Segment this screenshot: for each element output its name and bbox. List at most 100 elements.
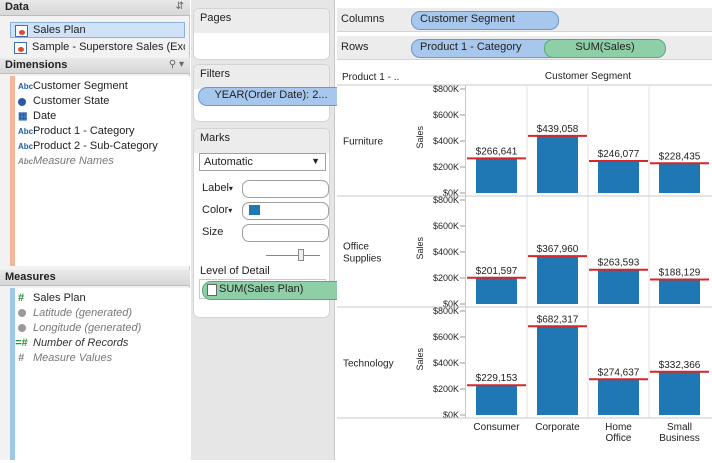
- rows-shelf[interactable]: Rows Product 1 - Category SUM(Sales): [337, 36, 712, 60]
- row-label: Technology: [343, 359, 394, 370]
- size-text: Size: [202, 226, 224, 238]
- columns-shelf[interactable]: Columns Customer Segment: [337, 8, 712, 32]
- field-label: Product 2 - Sub-Category: [33, 140, 158, 152]
- filter-pill[interactable]: YEAR(Order Date): 2...: [198, 87, 344, 106]
- x-tick-label: Corporate: [535, 422, 580, 433]
- data-label: $367,960: [537, 244, 579, 255]
- x-tick-label: Consumer: [473, 422, 520, 433]
- datasource-sales-plan[interactable]: Sales Plan: [10, 22, 185, 38]
- bar: [476, 158, 517, 193]
- dimension-customer-segment[interactable]: Abc Customer Segment ⚭: [15, 79, 211, 94]
- field-label: Latitude (generated): [33, 307, 133, 319]
- measures-title: Measures: [5, 271, 56, 283]
- label-text: Label: [202, 182, 229, 194]
- size-slider-track: [266, 255, 320, 256]
- dimension-measure-names[interactable]: Abc Measure Names: [15, 154, 211, 169]
- mark-type-dropdown[interactable]: Automatic ▼: [199, 153, 326, 171]
- filters-shelf[interactable]: Filters YEAR(Order Date): 2...: [193, 64, 344, 122]
- x-tick-label: Office: [606, 433, 632, 444]
- dimension-customer-state[interactable]: Customer State: [15, 94, 211, 109]
- data-label: $188,129: [659, 268, 701, 279]
- dimensions-header: Dimensions ⚲ ▾: [0, 58, 190, 74]
- y-tick-label: $600K: [433, 332, 459, 342]
- data-label: $682,317: [537, 314, 579, 325]
- string-icon: Abc: [18, 142, 34, 151]
- row-label: Supplies: [343, 254, 381, 265]
- bar: [659, 371, 700, 415]
- bar: [659, 163, 700, 193]
- sort-icon[interactable]: ⇵: [176, 1, 184, 12]
- label-button[interactable]: Label▾: [202, 182, 233, 194]
- y-tick-label: $200K: [433, 273, 459, 283]
- y-axis-title: Sales: [415, 125, 425, 148]
- chevron-down-icon: ▼: [311, 156, 320, 166]
- size-input[interactable]: [242, 224, 329, 242]
- x-tick-label: Small: [667, 422, 692, 433]
- data-pane-header: Data ⇵: [0, 0, 190, 16]
- dimensions-title: Dimensions: [5, 59, 68, 71]
- y-tick-label: $400K: [433, 136, 459, 146]
- filters-title: Filters: [194, 65, 329, 89]
- chart-view: Product 1 - .. Customer Segment Furniture S…: [337, 66, 712, 460]
- y-tick-label: $800K: [433, 195, 459, 205]
- rows-pill-sales[interactable]: SUM(Sales): [544, 39, 666, 58]
- dimension-product-category[interactable]: Abc Product 1 - Category ⚭: [15, 124, 211, 139]
- lod-pill[interactable]: SUM(Sales Plan): [202, 281, 349, 300]
- columns-pill[interactable]: Customer Segment: [411, 11, 559, 30]
- measure-longitude[interactable]: Longitude (generated): [15, 321, 211, 336]
- calculated-number-icon: =#: [15, 337, 28, 349]
- y-tick-label: $400K: [433, 247, 459, 257]
- data-label: $228,435: [659, 151, 701, 162]
- datasource-superstore[interactable]: Sample - Superstore Sales (Exc...: [10, 40, 185, 56]
- dimension-date[interactable]: ▦ Date: [15, 109, 211, 124]
- search-icon[interactable]: ⚲ ▾: [169, 59, 184, 70]
- measure-latitude[interactable]: Latitude (generated): [15, 306, 211, 321]
- label-input[interactable]: [242, 180, 329, 198]
- level-of-detail-shelf[interactable]: SUM(Sales Plan): [199, 279, 349, 300]
- y-tick-label: $800K: [433, 84, 459, 94]
- field-label: Measure Names: [33, 155, 114, 167]
- measure-number-of-records[interactable]: =# Number of Records: [15, 336, 211, 351]
- bar: [537, 256, 578, 304]
- data-label: $201,597: [476, 266, 518, 277]
- number-icon: #: [18, 292, 25, 304]
- calendar-icon: ▦: [18, 111, 28, 122]
- number-icon: #: [18, 352, 25, 364]
- color-button[interactable]: Color▾: [202, 204, 232, 216]
- color-input[interactable]: [242, 202, 329, 220]
- y-tick-label: $400K: [433, 358, 459, 368]
- globe-icon: [18, 321, 26, 337]
- y-tick-label: $200K: [433, 162, 459, 172]
- datasource-label: Sample - Superstore Sales (Exc...: [32, 41, 185, 53]
- bar: [598, 269, 639, 304]
- color-text: Color: [202, 204, 229, 216]
- measure-sales-plan[interactable]: # Sales Plan: [15, 291, 211, 306]
- data-label: $332,366: [659, 360, 701, 371]
- data-label: $266,641: [476, 146, 518, 157]
- field-label: Customer Segment: [33, 80, 128, 92]
- dropdown-arrow-icon: ▾: [228, 184, 233, 193]
- dropdown-arrow-icon: ▾: [228, 206, 233, 215]
- measures-list: # Sales Plan Latitude (generated) Longit…: [15, 288, 190, 460]
- datasource-icon: [15, 25, 28, 37]
- data-label: $246,077: [598, 149, 640, 160]
- globe-icon: [18, 306, 26, 322]
- data-pane: Data ⇵ Sales Plan Sample - Superstore Sa…: [0, 0, 205, 460]
- field-label: Longitude (generated): [33, 322, 142, 334]
- bar: [598, 379, 639, 415]
- dimension-product-subcategory[interactable]: Abc Product 2 - Sub-Category: [15, 139, 211, 154]
- data-label: $274,637: [598, 367, 640, 378]
- field-label: Date: [33, 110, 57, 122]
- column-field-header: Customer Segment: [545, 71, 631, 82]
- bar: [476, 277, 517, 304]
- y-tick-label: $600K: [433, 221, 459, 231]
- bar: [476, 385, 517, 415]
- size-slider-handle[interactable]: [298, 249, 304, 261]
- field-label: Measure Values: [33, 352, 113, 364]
- rows-pill-category[interactable]: Product 1 - Category: [411, 39, 559, 58]
- measure-measure-values[interactable]: # Measure Values: [15, 351, 211, 366]
- lod-pill-label: SUM(Sales Plan): [219, 283, 304, 295]
- pages-shelf[interactable]: Pages: [193, 8, 330, 60]
- data-label: $439,058: [537, 124, 579, 135]
- y-tick-label: $600K: [433, 110, 459, 120]
